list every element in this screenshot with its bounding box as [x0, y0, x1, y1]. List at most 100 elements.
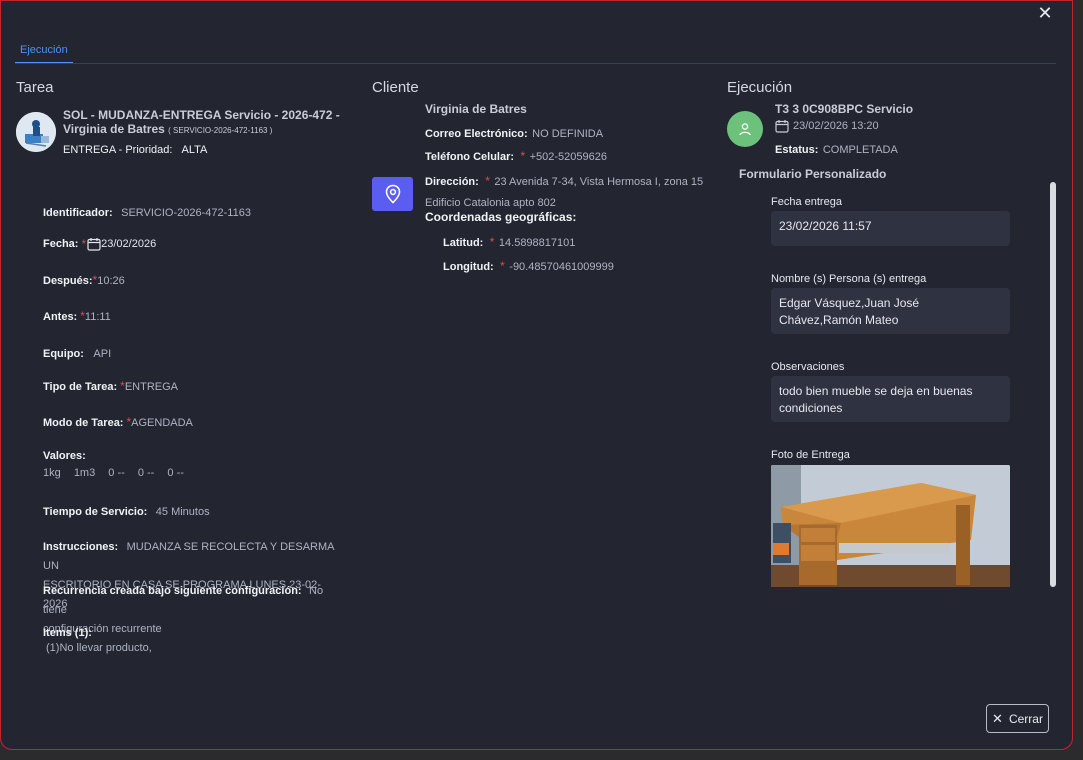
- status-label: Estatus:: [775, 144, 819, 156]
- task-type-priority-label: ENTREGA - Prioridad:: [63, 144, 173, 156]
- delivery-photo[interactable]: [771, 465, 1010, 587]
- antes-value: 11:11: [84, 311, 111, 323]
- required-star: *: [81, 237, 87, 251]
- tiempo-servicio-value: 45 Minutos: [155, 506, 210, 518]
- task-avatar: [16, 112, 56, 152]
- calendar-icon: [87, 238, 101, 251]
- identificador-label: Identificador:: [43, 207, 113, 219]
- items-label: Items (1):: [43, 627, 92, 639]
- field-phone: Teléfono Celular: * +502-52059626: [425, 147, 607, 165]
- driver-avatar: [727, 111, 763, 147]
- valor-item: 1m3: [73, 467, 96, 479]
- close-icon: ✕: [992, 710, 1003, 726]
- location-button[interactable]: [372, 177, 413, 211]
- task-priority-value: ALTA: [181, 144, 208, 156]
- close-button[interactable]: ✕ Cerrar: [986, 704, 1049, 733]
- fecha-label: Fecha:: [43, 238, 79, 250]
- items-value: (1)No llevar producto,: [46, 642, 152, 654]
- geo-title: Coordenadas geográficas:: [425, 210, 577, 224]
- valor-item: 0 --: [137, 467, 155, 479]
- client-name: Virginia de Batres: [425, 102, 527, 116]
- section-title-ejecucion: Ejecución: [727, 79, 793, 96]
- status-value: COMPLETADA: [822, 144, 898, 156]
- tab-divider: [15, 63, 1056, 64]
- identificador-value: SERVICIO-2026-472-1163: [121, 207, 251, 219]
- email-label: Correo Electrónico:: [425, 128, 528, 140]
- section-title-cliente: Cliente: [372, 79, 419, 96]
- fecha-entrega-field: 23/02/2026 11:57: [771, 211, 1010, 246]
- task-title-line2: Virginia de Batres ( SERVICIO-2026-472-1…: [63, 122, 343, 138]
- instrucciones-label: Instrucciones:: [43, 541, 119, 553]
- vehicle-name: T3 3 0C908BPC Servicio: [775, 102, 914, 116]
- required-star: *: [485, 174, 490, 188]
- modo-tarea-value: AGENDADA: [131, 417, 193, 429]
- required-star: *: [520, 149, 526, 163]
- task-code: ( SERVICIO-2026-472-1163 ): [168, 126, 273, 135]
- task-title: SOL - MUDANZA-ENTREGA Servicio - 2026-47…: [63, 108, 343, 138]
- field-fecha: Fecha: * 23/02/2026: [43, 237, 156, 251]
- phone-label: Teléfono Celular:: [425, 151, 515, 163]
- modo-tarea-label: Modo de Tarea:: [43, 417, 124, 429]
- persona-entrega-field: Edgar Vásquez,Juan José Chávez,Ramón Mat…: [771, 288, 1010, 334]
- observaciones-label: Observaciones: [771, 361, 845, 373]
- field-email: Correo Electrónico: NO DEFINIDA: [425, 124, 603, 142]
- close-icon[interactable]: ✕: [1035, 3, 1055, 23]
- execution-datetime-value: 23/02/2026 13:20: [793, 120, 879, 132]
- map-pin-icon: [385, 184, 400, 204]
- address-value-1: 23 Avenida 7-34, Vista Hermosa I, zona 1…: [494, 176, 704, 188]
- equipo-label: Equipo:: [43, 348, 84, 360]
- valor-item: 0 --: [108, 467, 125, 479]
- field-equipo: Equipo: API: [43, 344, 111, 362]
- email-value: NO DEFINIDA: [532, 128, 604, 140]
- valores-label: Valores:: [43, 450, 86, 462]
- despues-label: Después:: [43, 275, 93, 287]
- task-type-priority: ENTREGA - Prioridad: ALTA: [63, 144, 207, 156]
- field-identificador: Identificador: SERVICIO-2026-472-1163: [43, 203, 251, 221]
- valores-list: 1kg 1m3 0 -- 0 -- 0 --: [43, 467, 184, 479]
- task-detail-modal: ✕ Ejecución Tarea SOL - MUDANZA-ENTREGA …: [0, 0, 1073, 750]
- task-title-client: Virginia de Batres: [63, 122, 165, 136]
- close-button-label: Cerrar: [1008, 711, 1043, 726]
- address-value-2: Edificio Catalonia apto 802: [425, 197, 556, 209]
- despues-value: 10:26: [97, 275, 125, 287]
- user-icon: [739, 123, 751, 136]
- fecha-entrega-label: Fecha entrega: [771, 196, 842, 208]
- tab-ejecucion[interactable]: Ejecución: [20, 44, 68, 56]
- tiempo-servicio-label: Tiempo de Servicio:: [43, 506, 148, 518]
- persona-entrega-label: Nombre (s) Persona (s) entrega: [771, 273, 927, 285]
- tipo-tarea-label: Tipo de Tarea:: [43, 381, 118, 393]
- calendar-icon: [775, 120, 789, 133]
- recurrencia-label: Recurrencia creada bajo siguiente config…: [43, 585, 302, 597]
- field-items: Items (1): (1)No llevar producto,: [43, 627, 152, 654]
- execution-datetime: 23/02/2026 13:20: [775, 119, 879, 133]
- desk-photo-image: [771, 465, 1010, 587]
- observaciones-field: todo bien mueble se deja en buenas condi…: [771, 376, 1010, 422]
- latitud-label: Latitud:: [443, 237, 484, 249]
- field-antes: Antes: *11:11: [43, 307, 111, 325]
- longitud-value: -90.48570461009999: [509, 261, 614, 273]
- task-title-line1: SOL - MUDANZA-ENTREGA Servicio - 2026-47…: [63, 108, 340, 122]
- tipo-tarea-value: ENTREGA: [124, 381, 179, 393]
- section-title-tarea: Tarea: [16, 79, 54, 96]
- foto-entrega-label: Foto de Entrega: [771, 449, 850, 461]
- field-modo-tarea: Modo de Tarea: *AGENDADA: [43, 413, 193, 431]
- required-star: *: [489, 235, 495, 249]
- address-label: Dirección:: [425, 176, 479, 188]
- field-address: Dirección: * 23 Avenida 7-34, Vista Herm…: [425, 171, 715, 213]
- field-latitud: Latitud: * 14.5898817101: [443, 233, 575, 251]
- field-status: Estatus: COMPLETADA: [775, 140, 898, 158]
- longitud-label: Longitud:: [443, 261, 494, 273]
- moving-person-icon: [16, 112, 56, 152]
- custom-form-title: Formulario Personalizado: [739, 167, 887, 181]
- field-longitud: Longitud: * -90.48570461009999: [443, 257, 614, 275]
- valor-item: 0 --: [167, 467, 184, 479]
- field-tiempo-servicio: Tiempo de Servicio: 45 Minutos: [43, 502, 210, 520]
- field-valores: Valores: 1kg 1m3 0 -- 0 -- 0 --: [43, 450, 184, 479]
- scrollbar-thumb[interactable]: [1050, 182, 1056, 587]
- field-tipo-tarea: Tipo de Tarea: *ENTREGA: [43, 377, 178, 395]
- field-despues: Después:*10:26: [43, 271, 125, 289]
- valor-item: 1kg: [43, 467, 61, 479]
- phone-value: +502-52059626: [529, 151, 607, 163]
- fecha-value: 23/02/2026: [101, 238, 157, 250]
- antes-label: Antes:: [43, 311, 78, 323]
